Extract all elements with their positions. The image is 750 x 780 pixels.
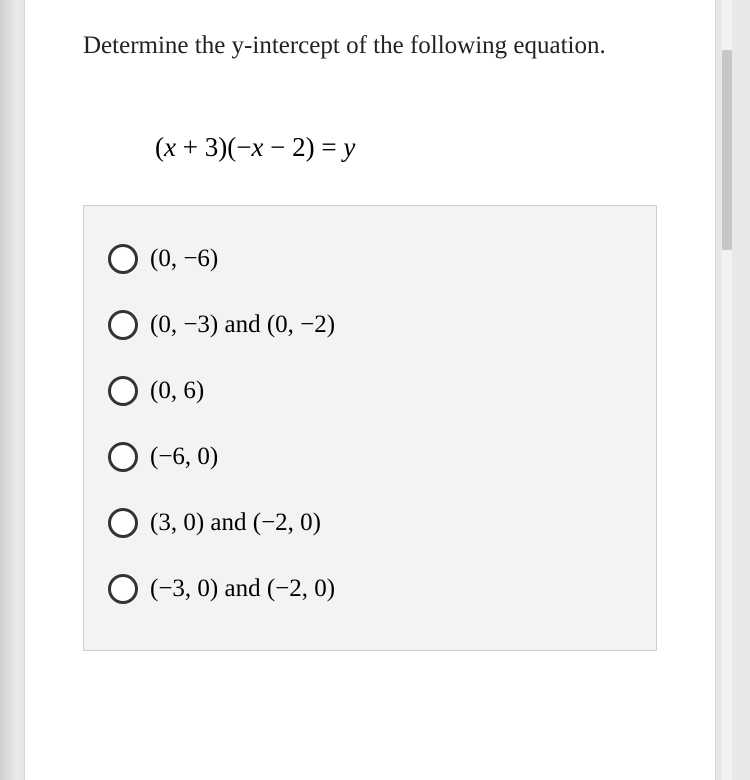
scrollbar-thumb[interactable]	[722, 50, 732, 250]
option-3[interactable]: (0, 6)	[108, 376, 632, 406]
radio-icon	[108, 310, 138, 340]
option-label: (0, −3) and (0, −2)	[150, 311, 335, 339]
question-prompt: Determine the y-intercept of the followi…	[83, 28, 657, 64]
option-label: (0, 6)	[150, 377, 204, 405]
option-2[interactable]: (0, −3) and (0, −2)	[108, 310, 632, 340]
radio-icon	[108, 442, 138, 472]
radio-icon	[108, 574, 138, 604]
equation-display: (x + 3)(−x − 2) = y	[83, 132, 657, 163]
option-label: (−6, 0)	[150, 443, 218, 471]
question-card: Determine the y-intercept of the followi…	[24, 0, 716, 780]
radio-icon	[108, 244, 138, 274]
option-4[interactable]: (−6, 0)	[108, 442, 632, 472]
option-label: (3, 0) and (−2, 0)	[150, 509, 321, 537]
answer-options-box: (0, −6) (0, −3) and (0, −2) (0, 6) (−6, …	[83, 205, 657, 651]
radio-icon	[108, 376, 138, 406]
radio-icon	[108, 508, 138, 538]
option-label: (−3, 0) and (−2, 0)	[150, 575, 335, 603]
option-label: (0, −6)	[150, 245, 218, 273]
option-1[interactable]: (0, −6)	[108, 244, 632, 274]
option-6[interactable]: (−3, 0) and (−2, 0)	[108, 574, 632, 604]
page-left-shadow	[0, 0, 18, 780]
option-5[interactable]: (3, 0) and (−2, 0)	[108, 508, 632, 538]
